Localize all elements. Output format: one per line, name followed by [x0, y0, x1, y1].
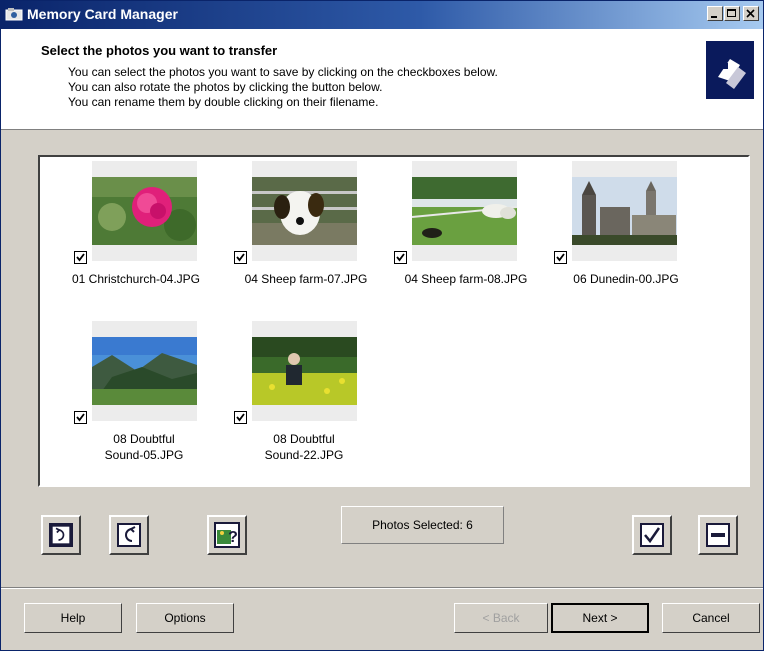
photo-filename[interactable]: 01 Christchurch-04.JPG: [56, 271, 216, 287]
uncheck-all-icon: [706, 523, 730, 547]
checkmark-icon: [76, 253, 85, 262]
photo-grid[interactable]: 01 Christchurch-04.JPG 04 Sheep farm-07.…: [38, 155, 750, 487]
header-instruction-2: You can also rotate the photos by clicki…: [68, 80, 383, 94]
photo-checkbox[interactable]: [394, 251, 407, 264]
checkmark-icon: [236, 253, 245, 262]
photo-thumbnail[interactable]: [92, 321, 197, 421]
photo-checkbox[interactable]: [554, 251, 567, 264]
city-photo: [572, 177, 677, 245]
minimize-button[interactable]: [707, 6, 723, 21]
next-button[interactable]: Next >: [551, 603, 649, 633]
maximize-button[interactable]: [724, 6, 740, 21]
close-icon: [746, 9, 755, 18]
photos-selected-status: Photos Selected: 6: [341, 506, 504, 544]
photo-filename[interactable]: 08 Doubtful Sound-05.JPG: [84, 431, 204, 463]
header-instruction-1: You can select the photos you want to sa…: [68, 65, 498, 79]
photo-filename[interactable]: 06 Dunedin-00.JPG: [546, 271, 706, 287]
photo-checkbox[interactable]: [234, 411, 247, 424]
header-instruction-3: You can rename them by double clicking o…: [68, 95, 379, 109]
photo-checkbox[interactable]: [234, 251, 247, 264]
dog-photo: [252, 177, 357, 245]
rotate-right-button[interactable]: [109, 515, 149, 555]
memory-card-manager-window: Memory Card Manager Select the photos yo…: [0, 0, 764, 651]
filename-line-1: 08 Doubtful: [273, 432, 335, 446]
check-all-icon: [640, 523, 664, 547]
photo-filename[interactable]: 04 Sheep farm-07.JPG: [226, 271, 386, 287]
deselect-all-button[interactable]: [698, 515, 738, 555]
sheep-farm-photo: [412, 177, 517, 245]
checkmark-icon: [76, 413, 85, 422]
photo-thumbnail[interactable]: [572, 161, 677, 261]
photo-info-button[interactable]: ?: [207, 515, 247, 555]
header-title: Select the photos you want to transfer: [41, 43, 278, 58]
title-bar[interactable]: Memory Card Manager: [1, 1, 763, 29]
person-in-field-photo: [252, 337, 357, 405]
close-button[interactable]: [743, 6, 759, 21]
options-button[interactable]: Options: [136, 603, 234, 633]
photo-thumbnail[interactable]: [412, 161, 517, 261]
wizard-logo-icon: [706, 41, 754, 99]
maximize-icon: [727, 9, 736, 17]
help-button[interactable]: Help: [24, 603, 122, 633]
checkmark-icon: [396, 253, 405, 262]
footer-separator: [1, 587, 763, 589]
rotate-right-icon: [117, 523, 141, 547]
filename-line-2: Sound-05.JPG: [104, 448, 184, 462]
filename-line-1: 08 Doubtful: [113, 432, 175, 446]
checkmark-icon: [236, 413, 245, 422]
rotate-left-button[interactable]: [41, 515, 81, 555]
checkmark-icon: [556, 253, 565, 262]
photo-help-icon: ?: [214, 522, 240, 548]
photo-thumbnail[interactable]: [92, 161, 197, 261]
select-all-button[interactable]: [632, 515, 672, 555]
memory-card-icon: [5, 8, 23, 21]
svg-text:?: ?: [228, 529, 238, 546]
flower-photo: [92, 177, 197, 245]
photo-checkbox[interactable]: [74, 411, 87, 424]
minimize-icon: [711, 16, 717, 18]
photo-thumbnail[interactable]: [252, 321, 357, 421]
sound-landscape-photo: [92, 337, 197, 405]
photo-filename[interactable]: 04 Sheep farm-08.JPG: [386, 271, 546, 287]
photo-checkbox[interactable]: [74, 251, 87, 264]
cancel-button[interactable]: Cancel: [662, 603, 760, 633]
photo-filename[interactable]: 08 Doubtful Sound-22.JPG: [244, 431, 364, 463]
wizard-header: Select the photos you want to transfer Y…: [1, 29, 763, 130]
back-button[interactable]: < Back: [454, 603, 548, 633]
rotate-left-icon: [49, 523, 73, 547]
window-title: Memory Card Manager: [27, 6, 178, 22]
photo-thumbnail[interactable]: [252, 161, 357, 261]
filename-line-2: Sound-22.JPG: [264, 448, 344, 462]
